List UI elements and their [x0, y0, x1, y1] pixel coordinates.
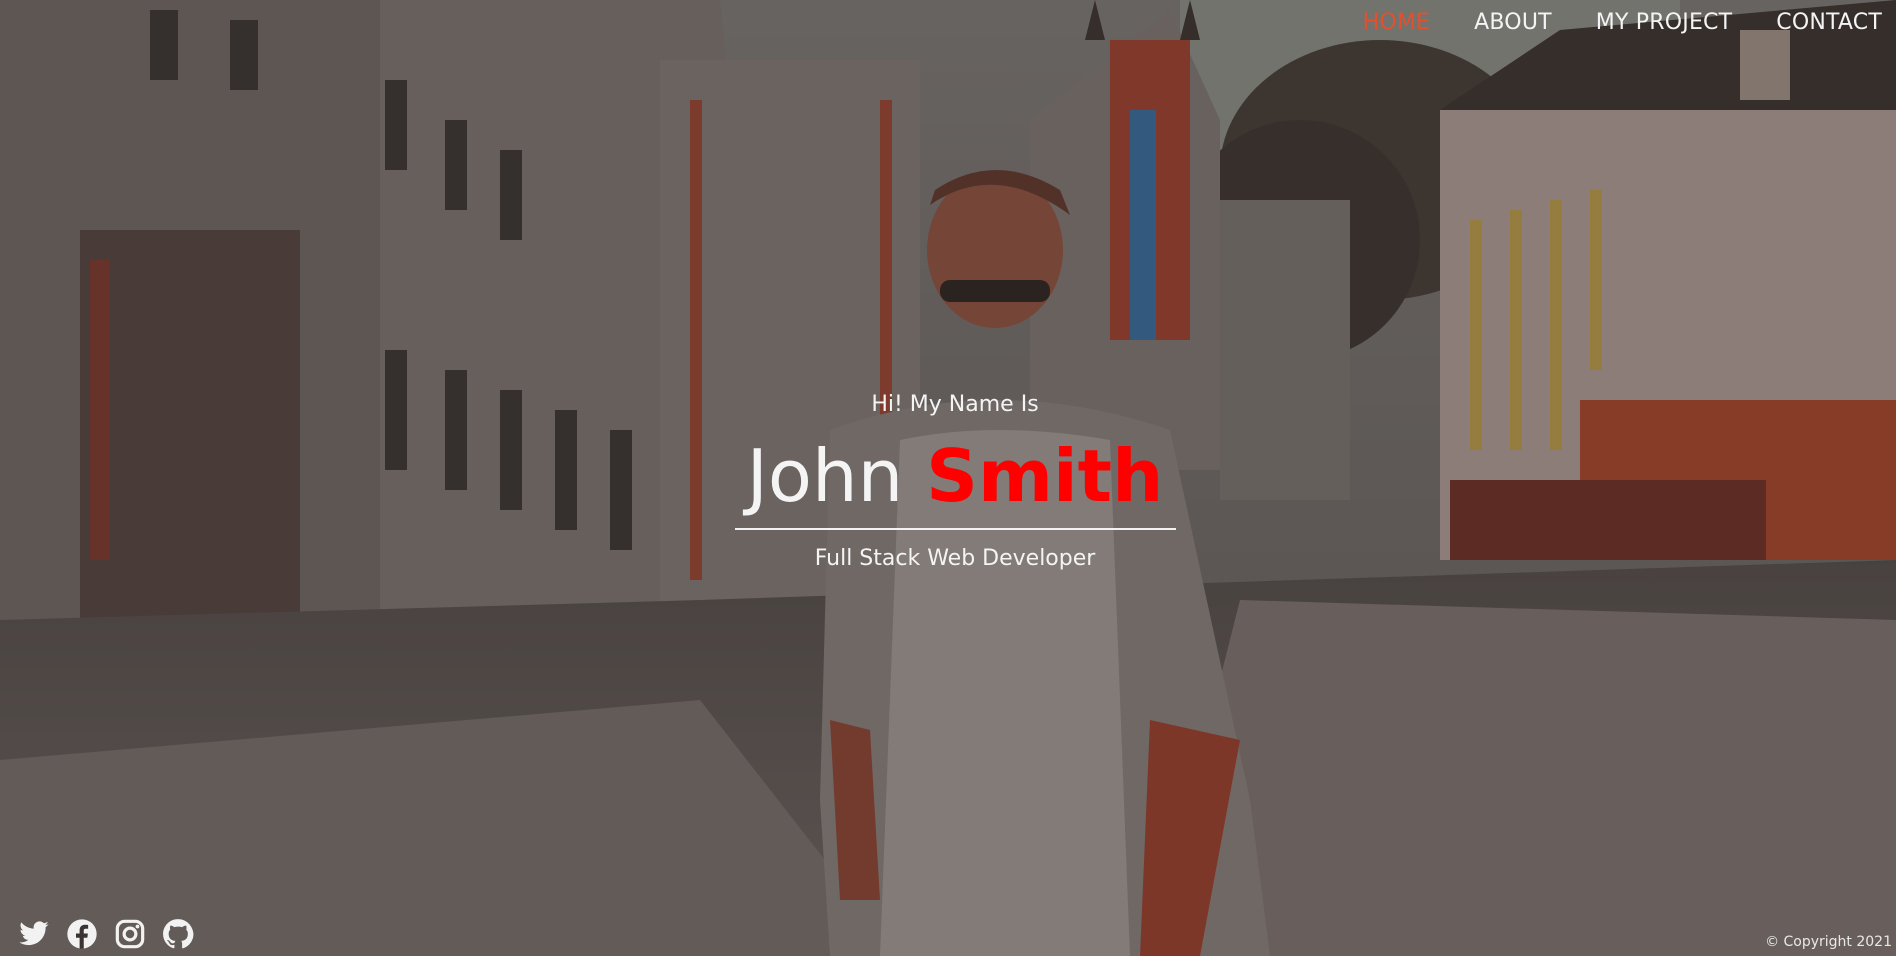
- main-nav: HOME ABOUT MY PROJECT CONTACT: [1363, 0, 1896, 44]
- nav-link-contact[interactable]: CONTACT: [1776, 10, 1882, 35]
- nav-link-about[interactable]: ABOUT: [1474, 10, 1552, 35]
- nav-link-my-project[interactable]: MY PROJECT: [1596, 10, 1732, 35]
- facebook-icon[interactable]: [66, 918, 98, 950]
- instagram-icon[interactable]: [114, 918, 146, 950]
- hero-greeting: Hi! My Name Is: [871, 392, 1039, 417]
- hero-last-name: Smith: [926, 434, 1164, 518]
- github-icon[interactable]: [162, 918, 194, 950]
- footer-copyright: © Copyright 2021: [1765, 934, 1892, 950]
- twitter-icon[interactable]: [18, 918, 50, 950]
- hero-name: John Smith: [0, 432, 1896, 520]
- hero-divider: [735, 528, 1176, 530]
- hero-first-name: John: [746, 434, 904, 518]
- hero-section: HOME ABOUT MY PROJECT CONTACT Hi! My Nam…: [0, 0, 1896, 956]
- hero-role: Full Stack Web Developer: [814, 546, 1096, 571]
- nav-link-home[interactable]: HOME: [1363, 10, 1431, 35]
- social-links: [18, 918, 194, 950]
